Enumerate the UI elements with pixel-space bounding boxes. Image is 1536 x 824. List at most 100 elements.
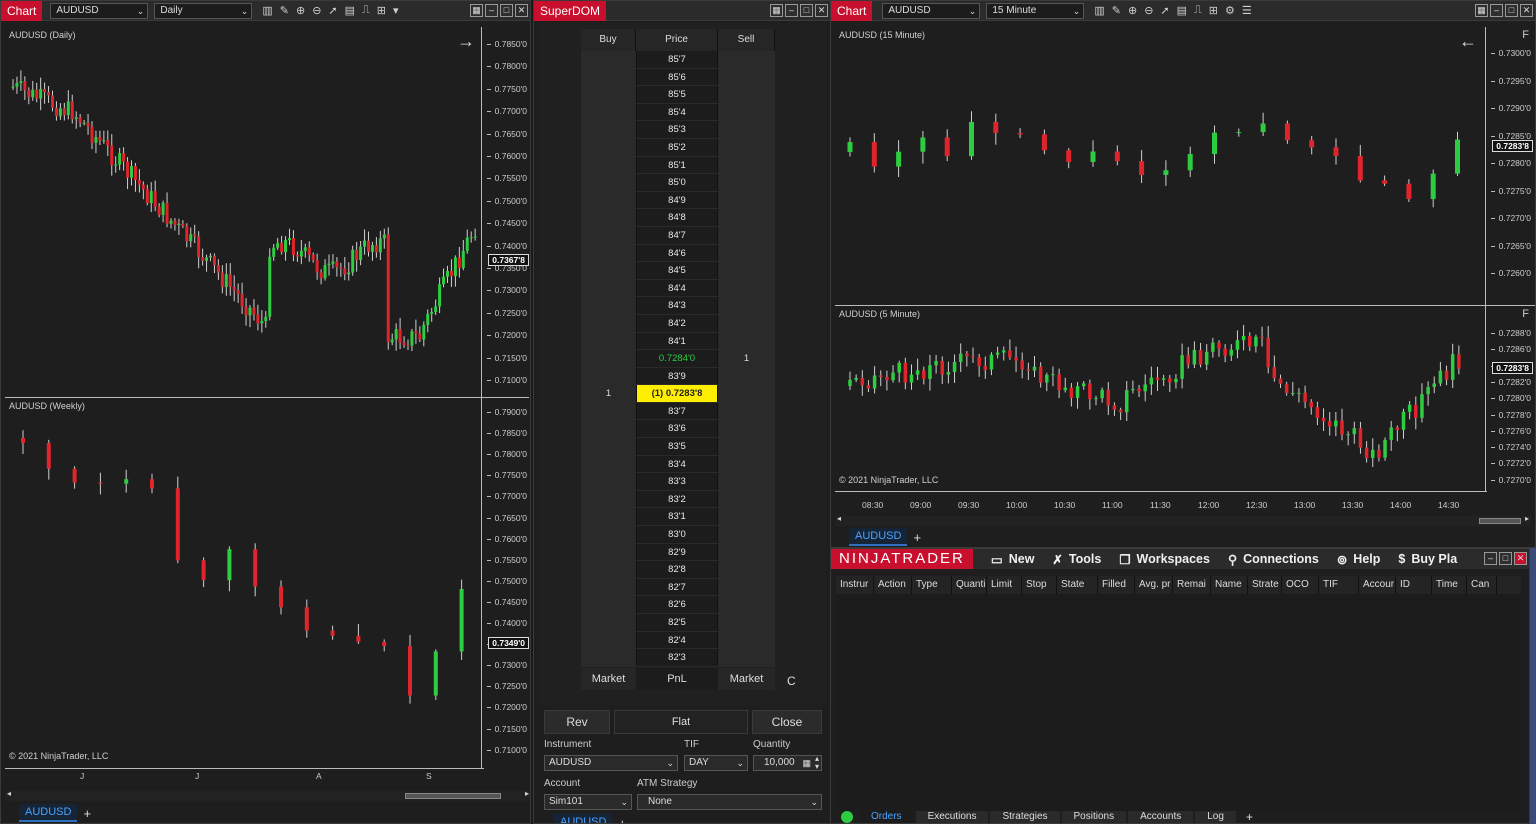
list-icon[interactable]: ☰ xyxy=(1242,4,1252,17)
buy-cell[interactable] xyxy=(581,156,636,174)
sell-cell[interactable] xyxy=(718,473,775,490)
minimize-icon[interactable]: – xyxy=(1490,4,1503,17)
dropdown-icon[interactable]: ▾ xyxy=(393,4,399,17)
market-buy-button[interactable]: Market xyxy=(581,668,636,690)
column-header[interactable]: Time xyxy=(1432,576,1467,594)
sell-cell[interactable] xyxy=(718,490,775,508)
buy-cell[interactable] xyxy=(581,473,636,490)
sell-cell[interactable] xyxy=(718,174,775,191)
close-icon[interactable]: ✕ xyxy=(515,4,528,17)
sell-cell[interactable] xyxy=(718,51,775,68)
add-tab-icon[interactable]: + xyxy=(1246,811,1253,823)
buy-cell[interactable] xyxy=(581,191,636,209)
menu-workspaces[interactable]: ❐ Workspaces xyxy=(1119,552,1210,567)
indicators-icon[interactable]: ⎍ xyxy=(1194,4,1202,17)
sell-cell[interactable] xyxy=(718,279,775,297)
buy-cell[interactable] xyxy=(581,420,636,438)
scroll-thumb[interactable] xyxy=(405,793,501,799)
column-header[interactable]: Filled xyxy=(1098,576,1135,594)
five-minute-panel[interactable]: AUDUSD (5 Minute) 0.7288'00.7286'00.7284… xyxy=(835,306,1535,491)
buy-cell[interactable] xyxy=(581,350,636,367)
interval-selector[interactable]: 15 Minute ⌄ xyxy=(986,2,1085,19)
f-label[interactable]: F xyxy=(1522,308,1529,320)
sell-cell[interactable] xyxy=(718,631,775,649)
column-header[interactable]: Avg. pr xyxy=(1135,576,1173,594)
sell-cell[interactable] xyxy=(718,86,775,103)
bars-type-icon[interactable]: ▥ xyxy=(1094,4,1104,17)
sell-cell[interactable] xyxy=(718,156,775,174)
zoom-out-icon[interactable]: ⊖ xyxy=(312,4,321,17)
tab-positions[interactable]: Positions xyxy=(1061,811,1127,823)
sell-cell[interactable] xyxy=(718,649,775,666)
drawing-tool-icon[interactable]: ✎ xyxy=(280,4,289,17)
buy-cell[interactable] xyxy=(581,596,636,613)
strategies-icon[interactable]: ⊞ xyxy=(1209,4,1218,17)
sell-cell[interactable] xyxy=(718,121,775,138)
column-header[interactable]: Stop xyxy=(1022,576,1057,594)
account-select[interactable]: Sim101 ⌄ xyxy=(544,794,632,810)
sell-cell[interactable] xyxy=(718,138,775,156)
buy-cell[interactable] xyxy=(581,438,636,455)
reverse-button[interactable]: Rev xyxy=(544,710,610,734)
bars-type-icon[interactable]: ▥ xyxy=(262,4,272,17)
sell-cell[interactable] xyxy=(718,614,775,631)
buy-cell[interactable] xyxy=(581,244,636,262)
minimize-icon[interactable]: – xyxy=(485,4,498,17)
buy-cell[interactable] xyxy=(581,121,636,138)
sell-cell[interactable] xyxy=(718,226,775,244)
column-header[interactable]: Can xyxy=(1467,576,1497,594)
column-header[interactable]: Remai xyxy=(1173,576,1211,594)
tab-orders[interactable]: Orders xyxy=(859,811,914,823)
close-icon[interactable]: ✕ xyxy=(1514,552,1527,565)
maximize-icon[interactable]: □ xyxy=(1499,552,1512,565)
sell-cell[interactable] xyxy=(718,596,775,613)
data-box-icon[interactable]: ▤ xyxy=(345,4,355,17)
tile-icon[interactable]: ▦ xyxy=(770,4,783,17)
data-box-icon[interactable]: ▤ xyxy=(1177,4,1187,17)
maximize-icon[interactable]: □ xyxy=(800,4,813,17)
tab-accounts[interactable]: Accounts xyxy=(1128,811,1194,823)
sell-cell[interactable] xyxy=(718,420,775,438)
scroll-left-icon[interactable]: ◂ xyxy=(7,789,11,798)
sell-cell[interactable] xyxy=(718,209,775,226)
instrument-select[interactable]: AUDUSD ⌄ xyxy=(544,755,678,771)
interval-selector[interactable]: Daily ⌄ xyxy=(154,2,253,19)
menu-connections[interactable]: ⚲ Connections xyxy=(1228,552,1319,567)
column-header[interactable]: Accour xyxy=(1359,576,1396,594)
sell-cell[interactable] xyxy=(718,262,775,279)
tab-audusd[interactable]: AUDUSD xyxy=(19,804,78,822)
column-header[interactable]: Instrur xyxy=(836,576,874,594)
strategies-icon[interactable]: ⊞ xyxy=(377,4,386,17)
tab-executions[interactable]: Executions xyxy=(915,811,989,823)
menu-new[interactable]: ▭ New xyxy=(991,552,1035,567)
tab-log[interactable]: Log xyxy=(1195,811,1236,823)
sell-cell[interactable] xyxy=(718,402,775,420)
column-header[interactable]: ID xyxy=(1396,576,1432,594)
buy-cell[interactable] xyxy=(581,614,636,631)
zoom-in-icon[interactable]: ⊕ xyxy=(1128,4,1137,17)
buy-cell[interactable] xyxy=(581,490,636,508)
add-tab-icon[interactable]: + xyxy=(618,816,626,824)
buy-cell[interactable]: 1 xyxy=(581,385,636,402)
close-icon[interactable]: ✕ xyxy=(815,4,828,17)
sell-cell[interactable] xyxy=(718,438,775,455)
column-header[interactable]: OCO xyxy=(1282,576,1319,594)
buy-cell[interactable] xyxy=(581,649,636,666)
sell-cell[interactable] xyxy=(718,297,775,314)
column-header[interactable]: Strate xyxy=(1248,576,1282,594)
sell-cell[interactable]: 1 xyxy=(718,350,775,367)
flatten-button[interactable]: Flat xyxy=(614,710,748,734)
zoom-in-icon[interactable]: ⊕ xyxy=(296,4,305,17)
buy-cell[interactable] xyxy=(581,631,636,649)
stepper-arrows-icon[interactable]: ▴ ▾ xyxy=(815,755,819,771)
buy-cell[interactable] xyxy=(581,226,636,244)
quantity-stepper[interactable]: 10,000 ▦ ▴ ▾ xyxy=(753,755,822,771)
buy-cell[interactable] xyxy=(581,209,636,226)
buy-cell[interactable] xyxy=(581,455,636,473)
tile-icon[interactable]: ▦ xyxy=(1475,4,1488,17)
menu-tools[interactable]: ✗ Tools xyxy=(1052,552,1101,567)
scroll-right-icon[interactable]: ▸ xyxy=(525,789,529,798)
buy-cell[interactable] xyxy=(581,543,636,561)
tif-select[interactable]: DAY ⌄ xyxy=(684,755,748,771)
column-header[interactable]: TIF xyxy=(1319,576,1359,594)
